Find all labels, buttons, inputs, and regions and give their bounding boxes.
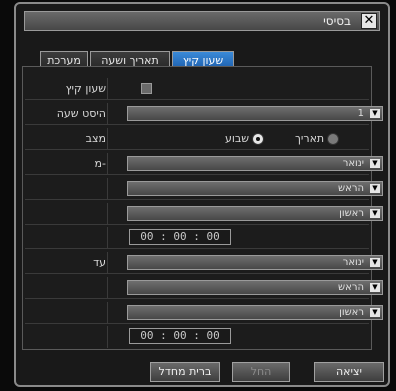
- chevron-down-icon[interactable]: ▼: [370, 258, 380, 267]
- radio-selected-icon[interactable]: [252, 132, 265, 145]
- radio-unselected-icon[interactable]: [327, 132, 340, 145]
- exit-button[interactable]: יציאה: [314, 362, 384, 382]
- to-week-value: הראש: [338, 282, 364, 293]
- row-divider: [107, 128, 108, 149]
- dst-enable-row: שעון קיץ: [25, 78, 369, 100]
- offset-label: היסט שעה: [56, 107, 106, 120]
- window-title: בסיסי: [323, 14, 351, 28]
- to-time-row: 00 : 00 : 00: [25, 326, 369, 348]
- mode-date-radio[interactable]: תאריך: [295, 132, 340, 145]
- to-time-input[interactable]: 00 : 00 : 00: [129, 328, 231, 344]
- chevron-down-icon[interactable]: ▼: [370, 184, 380, 193]
- from-week-select[interactable]: הראש ▼: [127, 181, 383, 196]
- from-day-row: ראשון ▼: [25, 203, 383, 225]
- mode-label: מצב: [85, 132, 106, 145]
- title-bar: בסיסי ✕: [24, 11, 380, 31]
- dst-panel: שעון קיץ היסט שעה 1 ▼ מצב שבוע תאריך מ-: [22, 66, 383, 350]
- chevron-down-icon[interactable]: ▼: [370, 283, 380, 292]
- row-divider: [107, 78, 108, 99]
- from-week-value: הראש: [338, 183, 364, 194]
- to-week-select[interactable]: הראש ▼: [127, 280, 383, 295]
- from-month-select[interactable]: ינואר ▼: [127, 156, 383, 171]
- mode-row: מצב שבוע תאריך: [25, 128, 369, 150]
- to-label: עד: [93, 256, 106, 269]
- dst-enable-label: שעון קיץ: [65, 82, 106, 95]
- to-month-value: ינואר: [342, 257, 364, 268]
- row-divider: [107, 178, 108, 199]
- from-day-select[interactable]: ראשון ▼: [127, 206, 383, 221]
- row-divider: [107, 326, 108, 348]
- mode-week-label: שבוע: [225, 132, 250, 145]
- mode-week-radio[interactable]: שבוע: [225, 132, 265, 145]
- from-day-value: ראשון: [339, 208, 364, 219]
- apply-button[interactable]: החל: [232, 362, 290, 382]
- to-day-select[interactable]: ראשון ▼: [127, 305, 383, 320]
- from-label: מ-: [94, 157, 106, 170]
- chevron-down-icon[interactable]: ▼: [370, 109, 380, 118]
- offset-value: 1: [357, 108, 364, 119]
- offset-select[interactable]: 1 ▼: [127, 106, 383, 121]
- to-day-row: ראשון ▼: [25, 302, 383, 324]
- row-divider: [107, 277, 108, 298]
- to-week-row: הראש ▼: [25, 277, 383, 299]
- mode-date-label: תאריך: [295, 132, 325, 145]
- row-divider: [107, 227, 108, 248]
- to-month-select[interactable]: ינואר ▼: [127, 255, 383, 270]
- offset-row: היסט שעה 1 ▼: [25, 103, 383, 125]
- to-day-value: ראשון: [339, 307, 364, 318]
- from-month-value: ינואר: [342, 158, 364, 169]
- row-divider: [107, 302, 108, 323]
- chevron-down-icon[interactable]: ▼: [370, 209, 380, 218]
- row-divider: [107, 153, 108, 174]
- dst-enable-checkbox[interactable]: [141, 83, 152, 94]
- from-time-row: 00 : 00 : 00: [25, 227, 369, 249]
- chevron-down-icon[interactable]: ▼: [370, 159, 380, 168]
- chevron-down-icon[interactable]: ▼: [370, 308, 380, 317]
- from-time-input[interactable]: 00 : 00 : 00: [129, 229, 231, 245]
- row-divider: [107, 203, 108, 224]
- close-icon[interactable]: ✕: [361, 13, 377, 29]
- to-month-row: עד ינואר ▼: [25, 252, 383, 274]
- from-week-row: הראש ▼: [25, 178, 383, 200]
- row-divider: [107, 252, 108, 273]
- from-month-row: מ- ינואר ▼: [25, 153, 383, 175]
- row-divider: [107, 103, 108, 124]
- default-button[interactable]: ברית מחדל: [150, 362, 220, 382]
